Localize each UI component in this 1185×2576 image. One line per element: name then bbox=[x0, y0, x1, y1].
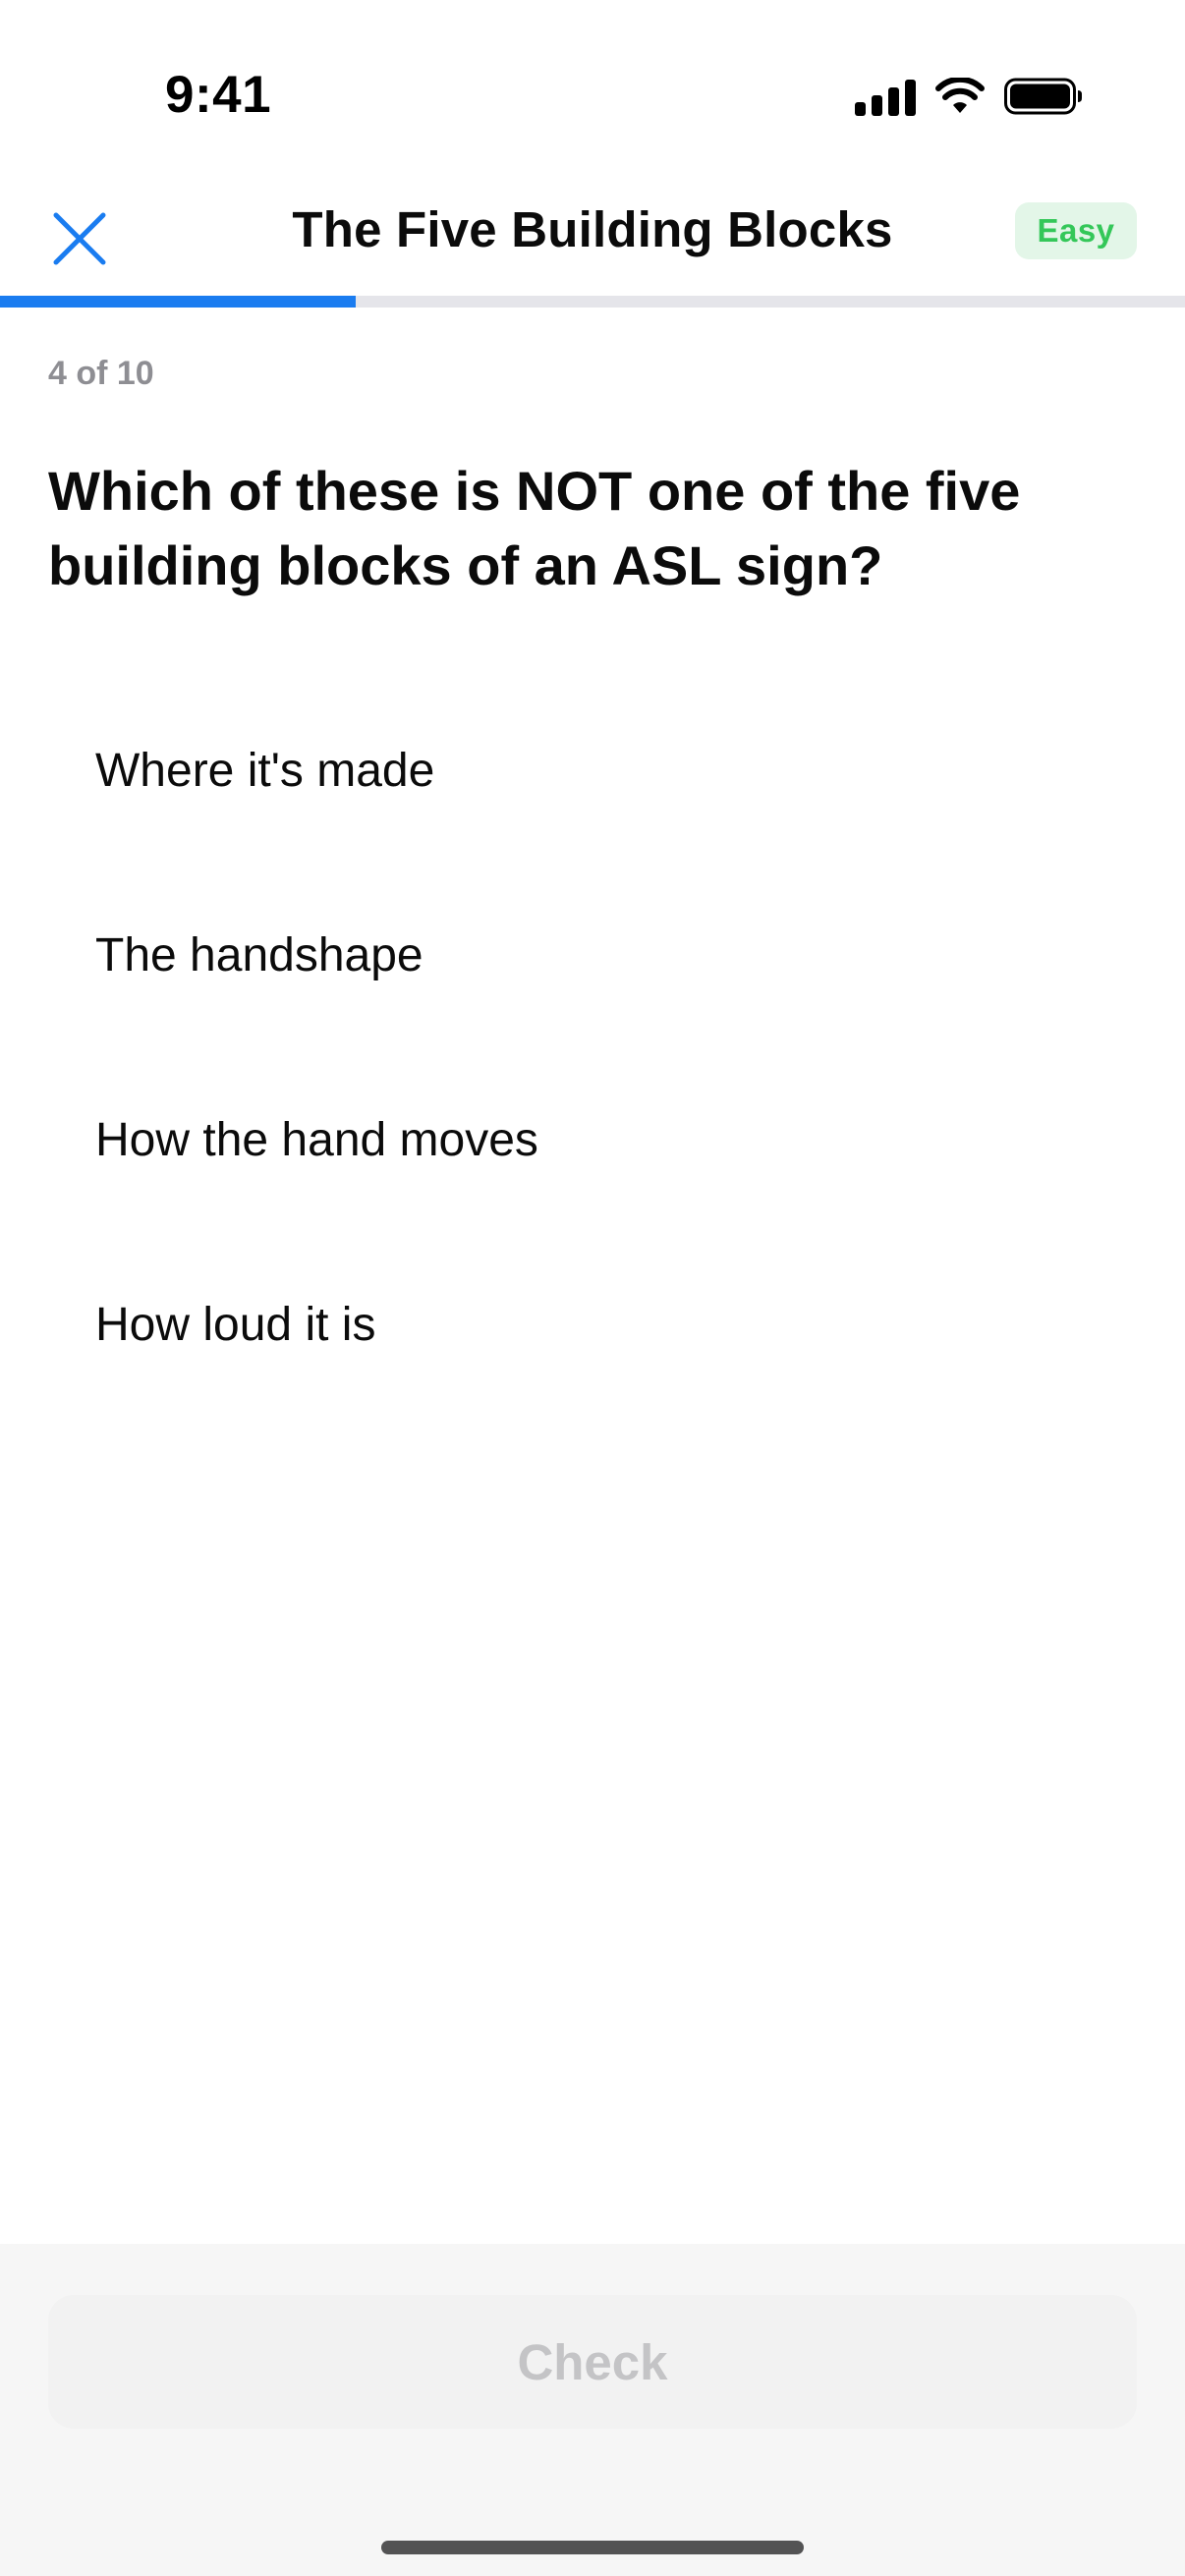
status-bar: 9:41 bbox=[0, 0, 1185, 167]
answer-option-label: How the hand moves bbox=[95, 1113, 538, 1166]
cellular-signal-icon bbox=[855, 77, 916, 116]
difficulty-badge: Easy bbox=[1015, 202, 1137, 259]
answer-option[interactable]: Where it's made bbox=[48, 678, 1137, 863]
wifi-icon bbox=[935, 78, 985, 115]
lesson-title: The Five Building Blocks bbox=[292, 201, 893, 257]
answer-option-label: The handshape bbox=[95, 928, 423, 981]
answer-option-label: How loud it is bbox=[95, 1298, 376, 1351]
home-indicator[interactable] bbox=[381, 2541, 804, 2554]
progress-bar bbox=[0, 296, 1185, 308]
bottom-action-bar: Check bbox=[0, 2244, 1185, 2576]
answer-option[interactable]: How loud it is bbox=[48, 1232, 1137, 1417]
battery-icon bbox=[1004, 77, 1083, 116]
lesson-header: The Five Building Blocks Easy bbox=[0, 177, 1185, 285]
answer-option[interactable]: The handshape bbox=[48, 863, 1137, 1047]
answer-options: Where it's made The handshape How the ha… bbox=[48, 678, 1137, 1417]
status-time: 9:41 bbox=[165, 66, 272, 124]
answer-option[interactable]: How the hand moves bbox=[48, 1047, 1137, 1232]
question-counter: 4 of 10 bbox=[48, 355, 154, 392]
status-icons bbox=[855, 75, 1083, 118]
answer-option-label: Where it's made bbox=[95, 744, 435, 797]
question-text: Which of these is NOT one of the five bu… bbox=[48, 460, 1021, 596]
progress-fill bbox=[0, 296, 356, 308]
check-button[interactable]: Check bbox=[48, 2295, 1137, 2429]
quiz-screen: 9:41 The Five Building Blocks Easy 4 of … bbox=[0, 0, 1185, 2576]
